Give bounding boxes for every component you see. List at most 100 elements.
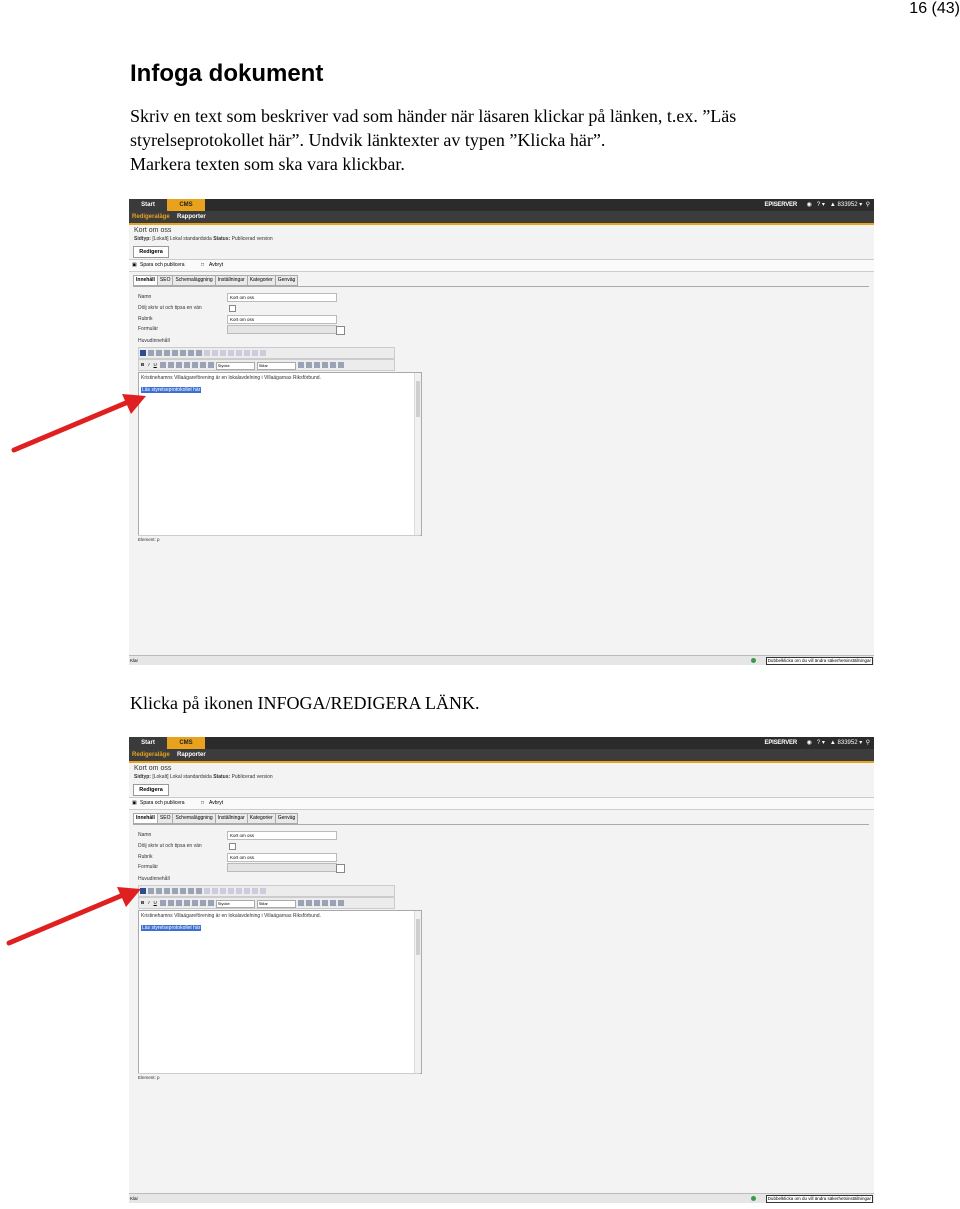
help-menu[interactable]: ? ▾ [817,740,825,746]
block-format-select[interactable]: Stycke [215,362,255,370]
column-icon[interactable] [220,350,226,356]
reports-link[interactable]: Rapporter [177,749,206,761]
help-menu[interactable]: ? ▾ [817,202,825,208]
cancel-button[interactable]: Avbryt [209,798,223,809]
reports-link[interactable]: Rapporter [177,211,206,223]
cleanup-icon[interactable] [313,362,320,368]
tab-categories[interactable]: Kategorier [246,813,276,824]
underline-icon[interactable]: U [154,360,157,370]
user-menu[interactable]: 833952 ▾ [838,202,863,208]
hide-print-checkbox[interactable] [229,305,236,312]
eye-icon[interactable]: ◉ [807,202,812,208]
tab-start[interactable]: Start [129,199,167,211]
form-browse-button[interactable] [336,326,345,335]
paste-icon[interactable] [188,350,194,356]
unlink-icon[interactable] [148,350,154,356]
heading-input[interactable]: Kort om oss [227,315,337,324]
user-menu[interactable]: 833952 ▾ [838,740,863,746]
tab-cms[interactable]: CMS [167,737,205,749]
anchor-icon[interactable] [156,350,162,356]
search-icon[interactable]: ⚲ [866,740,870,746]
italic-icon[interactable]: I [148,360,149,370]
rich-text-editor[interactable]: Kristinehamns Villaägareförening är en l… [138,910,422,1074]
paste-text-icon[interactable] [196,888,202,894]
bullet-list-icon[interactable] [191,362,198,368]
superscript-icon[interactable] [159,362,166,368]
cell-icon[interactable] [228,888,234,894]
eye-icon[interactable]: ◉ [807,740,812,746]
form-browse-button[interactable] [336,864,345,873]
tab-categories[interactable]: Kategorier [246,275,276,286]
align-center-icon[interactable] [175,362,182,368]
edit-mode-link[interactable]: Redigeraläge [132,211,170,223]
tab-seo[interactable]: SEO [156,275,174,286]
redo-icon[interactable] [305,362,312,368]
scrollbar-thumb[interactable] [416,919,420,955]
security-zone-status[interactable]: Dubbelklicka om du vill ändra säkerhetsi… [765,1195,873,1203]
cancel-icon[interactable]: □ [201,798,204,809]
copy-icon[interactable] [180,350,186,356]
block-format-select[interactable]: Stycke [215,900,255,908]
tab-schedule[interactable]: Schemaläggning [172,813,216,824]
editor-scrollbar[interactable] [414,373,421,535]
edit-tab-button[interactable]: Redigera [133,784,169,796]
underline-icon[interactable]: U [154,898,157,908]
delete-col-icon[interactable] [260,350,266,356]
rich-text-editor[interactable]: Kristinehamns Villaägareförening är en l… [138,372,422,536]
find-icon[interactable] [337,362,344,368]
security-zone-status[interactable]: Dubbelklicka om du vill ändra säkerhetsi… [765,657,873,665]
merge-icon[interactable] [236,888,242,894]
insert-edit-link-icon[interactable] [140,350,146,356]
unlink-icon[interactable] [148,888,154,894]
selected-link-text[interactable]: Läs styrelseprotokollet här [141,925,202,931]
hr-icon[interactable] [207,900,214,906]
column-icon[interactable] [220,888,226,894]
table-icon[interactable] [204,888,210,894]
bold-icon[interactable]: B [141,360,144,370]
html-icon[interactable] [321,362,328,368]
name-input[interactable]: Kort om oss [227,293,337,302]
hide-print-checkbox[interactable] [229,843,236,850]
editor-scrollbar[interactable] [414,911,421,1073]
save-publish-button[interactable]: Spara och publicera [140,260,184,271]
name-input[interactable]: Kort om oss [227,831,337,840]
tab-settings[interactable]: Inställningar [214,275,248,286]
hr-icon[interactable] [207,362,214,368]
image-icon[interactable] [164,350,170,356]
cell-icon[interactable] [228,350,234,356]
italic-icon[interactable]: I [148,898,149,908]
align-center-icon[interactable] [175,900,182,906]
split-icon[interactable] [244,888,250,894]
cancel-button[interactable]: Avbryt [209,260,223,271]
redo-icon[interactable] [305,900,312,906]
row-icon[interactable] [212,350,218,356]
copy-icon[interactable] [180,888,186,894]
editor-paragraph[interactable]: Kristinehamns Villaägareförening är en l… [141,913,321,919]
form-input[interactable] [227,325,337,334]
undo-icon[interactable] [297,900,304,906]
align-left-icon[interactable] [167,362,174,368]
undo-icon[interactable] [297,362,304,368]
save-icon[interactable]: ▣ [132,260,137,271]
form-input[interactable] [227,863,337,872]
edit-mode-link[interactable]: Redigeraläge [132,749,170,761]
search-icon[interactable]: ⚲ [866,202,870,208]
styles-select[interactable]: Stilar [256,362,296,370]
align-left-icon[interactable] [167,900,174,906]
table-icon[interactable] [204,350,210,356]
delete-row-icon[interactable] [252,888,258,894]
bullet-list-icon[interactable] [191,900,198,906]
tab-settings[interactable]: Inställningar [214,813,248,824]
tab-schedule[interactable]: Schemaläggning [172,275,216,286]
tab-content[interactable]: Innehåll [133,275,158,286]
tab-shortcut[interactable]: Genväg [274,275,299,286]
delete-row-icon[interactable] [252,350,258,356]
fullscreen-icon[interactable] [329,900,336,906]
align-right-icon[interactable] [183,900,190,906]
tab-start[interactable]: Start [129,737,167,749]
row-icon[interactable] [212,888,218,894]
split-icon[interactable] [244,350,250,356]
merge-icon[interactable] [236,350,242,356]
scrollbar-thumb[interactable] [416,381,420,417]
cut-icon[interactable] [172,888,178,894]
